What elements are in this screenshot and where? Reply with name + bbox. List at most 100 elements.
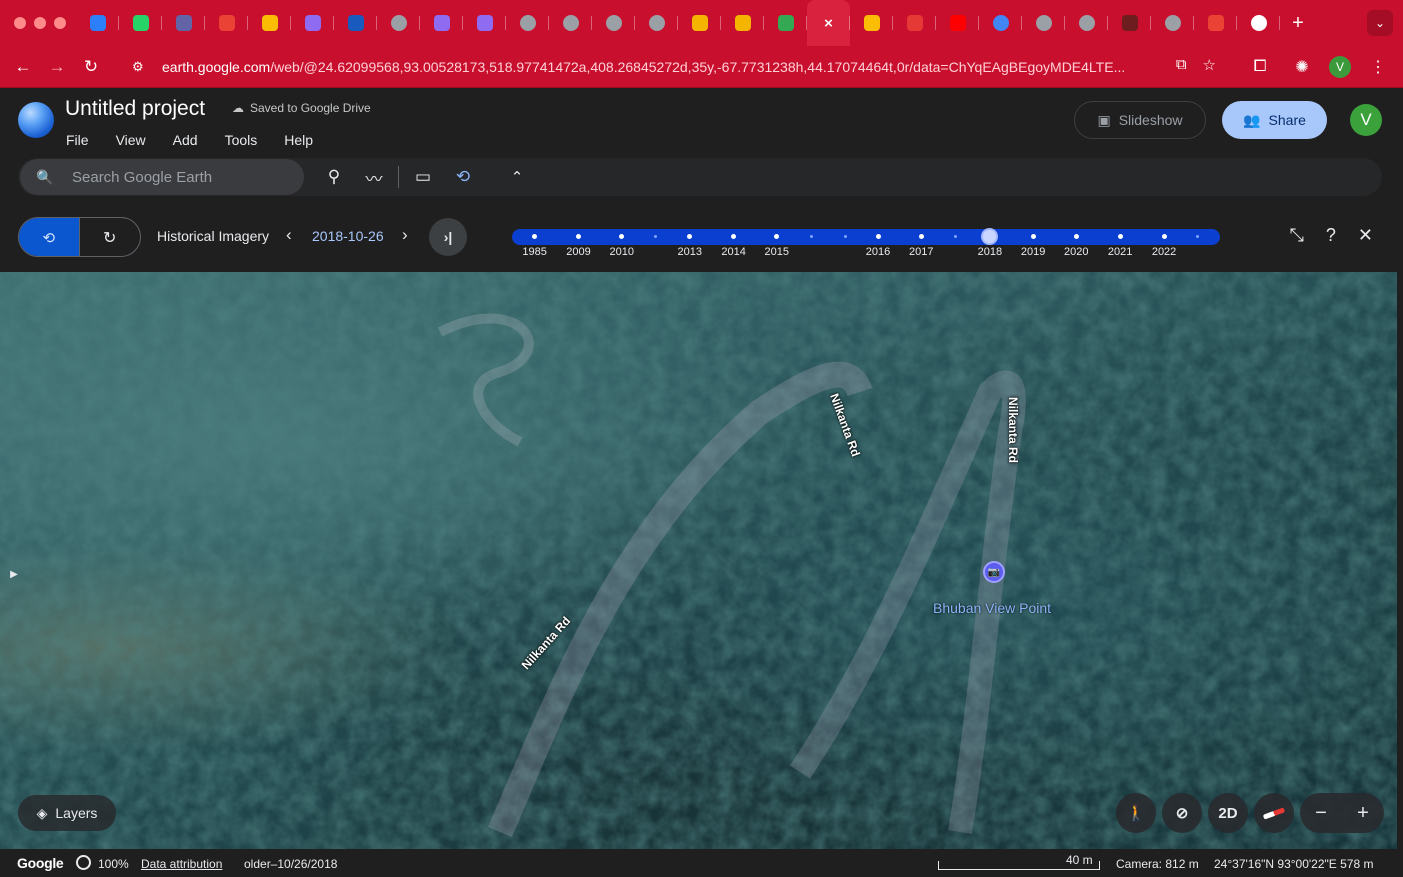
project-title[interactable]: Untitled project: [65, 97, 205, 121]
timeline-year-label[interactable]: 2017: [909, 246, 933, 258]
timeline-year-label[interactable]: 2010: [609, 246, 633, 258]
timeline-year-mark[interactable]: [918, 234, 924, 239]
browser-tab[interactable]: [764, 0, 807, 46]
google-earth-logo-icon[interactable]: [18, 102, 54, 138]
back-button[interactable]: ←: [6, 50, 40, 84]
browser-tab[interactable]: [1022, 0, 1065, 46]
previous-date-button[interactable]: ‹: [286, 225, 292, 245]
timeline-year-mark[interactable]: [576, 234, 582, 239]
copilot-extension-icon[interactable]: ✺: [1287, 52, 1317, 82]
browser-tab[interactable]: [893, 0, 936, 46]
menu-file[interactable]: File: [66, 132, 89, 148]
browser-tab[interactable]: [334, 0, 377, 46]
historical-mode-button[interactable]: ⟲: [19, 218, 80, 256]
measure-icon[interactable]: ▭: [407, 163, 439, 191]
satellite-map[interactable]: [0, 272, 1397, 849]
browser-tab[interactable]: [248, 0, 291, 46]
browser-tab[interactable]: [1194, 0, 1237, 46]
share-button[interactable]: 👥 Share: [1222, 101, 1327, 139]
browser-tab[interactable]: [506, 0, 549, 46]
search-input[interactable]: 🔍 Search Google Earth: [20, 159, 304, 195]
timeline-year-label[interactable]: 1985: [522, 246, 546, 258]
timeline-minor-mark[interactable]: [954, 235, 958, 238]
account-avatar[interactable]: V: [1350, 104, 1382, 136]
browser-tab[interactable]: [635, 0, 678, 46]
browser-tab[interactable]: [1151, 0, 1194, 46]
timeline-minor-mark[interactable]: [1195, 235, 1199, 238]
browser-tab[interactable]: [463, 0, 506, 46]
street-view-pegman-icon[interactable]: 🚶: [1116, 793, 1156, 833]
current-mode-button[interactable]: ↻: [80, 218, 141, 256]
timeline-year-label[interactable]: 2014: [721, 246, 745, 258]
timeline-year-mark[interactable]: [1117, 234, 1123, 239]
timeline-year-mark[interactable]: [1073, 234, 1079, 239]
historical-imagery-icon[interactable]: ⟲: [447, 163, 479, 191]
zoom-out-button[interactable]: −: [1315, 802, 1327, 825]
timeline-year-label[interactable]: 2009: [566, 246, 590, 258]
browser-tab[interactable]: [678, 0, 721, 46]
minimize-window-button[interactable]: [34, 17, 46, 29]
browser-tab[interactable]: [549, 0, 592, 46]
tab-search-button[interactable]: ⌄: [1367, 10, 1393, 36]
browser-tab[interactable]: [936, 0, 979, 46]
timeline-year-mark[interactable]: [1161, 234, 1167, 239]
timeline-year-mark[interactable]: [731, 234, 737, 239]
timeline-year-mark[interactable]: [687, 234, 693, 239]
browser-tab[interactable]: [979, 0, 1022, 46]
layers-button[interactable]: ◈ Layers: [18, 795, 116, 831]
browser-menu-icon[interactable]: ⋮: [1363, 52, 1393, 82]
timeline-year-label[interactable]: 2018: [978, 246, 1002, 258]
address-bar[interactable]: ⚙ earth.google.com/web/@24.62099568,93.0…: [120, 52, 1226, 82]
browser-tab[interactable]: [592, 0, 635, 46]
browser-tab[interactable]: [205, 0, 248, 46]
timeline-year-label[interactable]: 2016: [866, 246, 890, 258]
timeline-year-label[interactable]: 2013: [677, 246, 701, 258]
browser-tab[interactable]: [850, 0, 893, 46]
menu-add[interactable]: Add: [173, 132, 198, 148]
browser-tab[interactable]: [377, 0, 420, 46]
place-label[interactable]: Bhuban View Point: [933, 600, 1051, 616]
timeline-year-label[interactable]: 2022: [1152, 246, 1176, 258]
browser-tab[interactable]: [721, 0, 764, 46]
timeline-year-label[interactable]: 2019: [1021, 246, 1045, 258]
help-icon[interactable]: ?: [1326, 225, 1336, 246]
close-icon[interactable]: ✕: [1358, 225, 1373, 246]
close-window-button[interactable]: [14, 17, 26, 29]
maximize-window-button[interactable]: [54, 17, 66, 29]
browser-tab[interactable]: [119, 0, 162, 46]
menu-help[interactable]: Help: [284, 132, 313, 148]
new-tab-button[interactable]: +: [1280, 0, 1316, 46]
menu-tools[interactable]: Tools: [225, 132, 258, 148]
timeline-minor-mark[interactable]: [654, 235, 658, 238]
timeline-year-mark[interactable]: [1030, 234, 1036, 239]
place-pin-icon[interactable]: 📷: [983, 561, 1005, 583]
extensions-icon[interactable]: ⧠: [1245, 52, 1275, 82]
zoom-in-button[interactable]: +: [1357, 802, 1369, 825]
timeline-selected-thumb[interactable]: [981, 228, 999, 245]
reset-tilt-icon[interactable]: ⊘: [1162, 793, 1202, 833]
profile-avatar[interactable]: V: [1329, 56, 1351, 78]
slideshow-button[interactable]: ▣ Slideshow: [1074, 101, 1206, 139]
timeline-year-mark[interactable]: [532, 234, 538, 239]
browser-tab[interactable]: [420, 0, 463, 46]
timeline-year-mark[interactable]: [619, 234, 625, 239]
forward-button[interactable]: →: [40, 50, 74, 84]
collapse-toolbar-icon[interactable]: ⌃: [504, 164, 530, 190]
data-attribution-link[interactable]: Data attribution: [141, 857, 222, 871]
timeline-year-label[interactable]: 2015: [765, 246, 789, 258]
active-tab[interactable]: ×: [807, 0, 850, 46]
timeline-minor-mark[interactable]: [843, 235, 847, 238]
install-app-icon[interactable]: ⧉: [1176, 56, 1187, 74]
timeline-year-label[interactable]: 2020: [1064, 246, 1088, 258]
browser-tab[interactable]: [1237, 0, 1280, 46]
site-settings-icon[interactable]: ⚙: [132, 59, 152, 75]
timeline-year-mark[interactable]: [875, 234, 881, 239]
browser-tab[interactable]: [291, 0, 334, 46]
browser-tab[interactable]: [76, 0, 119, 46]
imagery-timeline[interactable]: [512, 228, 1220, 245]
next-date-button[interactable]: ›: [402, 225, 408, 245]
jump-to-latest-button[interactable]: ›|: [429, 218, 467, 256]
reload-button[interactable]: ↻: [74, 50, 108, 84]
minimize-icon[interactable]: ⤡: [1289, 225, 1303, 246]
browser-tab[interactable]: [162, 0, 205, 46]
